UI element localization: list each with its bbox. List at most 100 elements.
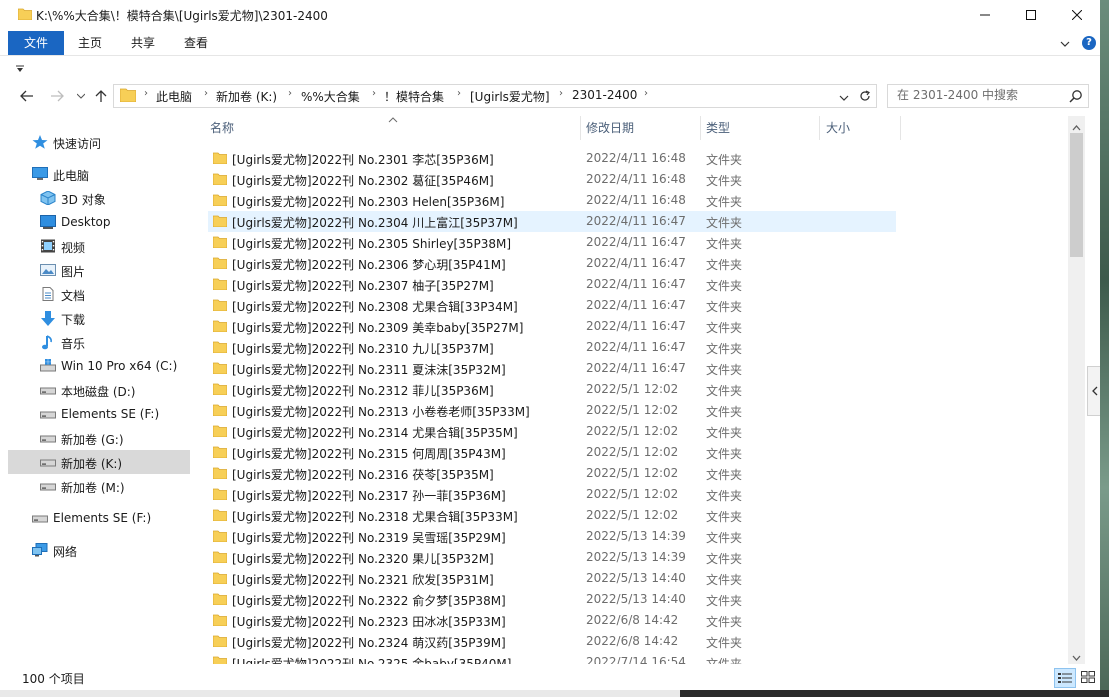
nav-documents[interactable]: 文档	[8, 282, 190, 306]
tab-view[interactable]: 查看	[184, 31, 208, 55]
column-divider[interactable]	[580, 116, 581, 140]
nav-music[interactable]: 音乐	[8, 330, 190, 354]
file-row[interactable]: [Ugirls爱尤物]2022刊 No.2321 欣发[35P31M] 2022/…	[208, 568, 896, 589]
search-icon[interactable]	[1069, 89, 1083, 106]
file-row[interactable]: [Ugirls爱尤物]2022刊 No.2308 尤果合辑[33P34M] 202…	[208, 295, 896, 316]
expand-ribbon-chevron-icon[interactable]	[1060, 37, 1070, 51]
file-row[interactable]: [Ugirls爱尤物]2022刊 No.2311 夏沫沫[35P32M] 2022…	[208, 358, 896, 379]
nav-network[interactable]: 网络	[8, 538, 190, 562]
tab-file[interactable]: 文件	[8, 31, 64, 55]
column-divider[interactable]	[900, 116, 901, 140]
maximize-button[interactable]	[1008, 0, 1054, 30]
help-icon[interactable]: ?	[1082, 36, 1096, 50]
large-icons-view-button[interactable]	[1078, 668, 1098, 686]
file-row[interactable]: [Ugirls爱尤物]2022刊 No.2309 美幸baby[35P27M] 2…	[208, 316, 896, 337]
forward-button[interactable]	[46, 86, 68, 106]
nav-this-pc[interactable]: 此电脑	[8, 162, 190, 186]
breadcrumb-this-pc[interactable]: 此电脑	[156, 88, 192, 105]
file-row[interactable]: [Ugirls爱尤物]2022刊 No.2306 梦心玥[35P41M] 2022…	[208, 253, 896, 274]
nav-drive-c[interactable]: Win 10 Pro x64 (C:)	[8, 354, 190, 378]
nav-3d-objects[interactable]: 3D 对象	[8, 186, 190, 210]
breadcrumb-separator-icon[interactable]: ›	[288, 88, 292, 99]
file-row[interactable]: [Ugirls爱尤物]2022刊 No.2324 萌汉药[35P39M] 2022…	[208, 631, 896, 652]
up-button[interactable]	[90, 86, 112, 106]
search-input[interactable]	[888, 85, 1065, 105]
file-row[interactable]: [Ugirls爱尤物]2022刊 No.2319 吴雪瑶[35P29M] 2022…	[208, 526, 896, 547]
nav-drive-k[interactable]: 新加卷 (K:)	[8, 450, 190, 474]
file-row[interactable]: [Ugirls爱尤物]2022刊 No.2310 九儿[35P37M] 2022/…	[208, 337, 896, 358]
file-row[interactable]: [Ugirls爱尤物]2022刊 No.2317 孙一菲[35P36M] 2022…	[208, 484, 896, 505]
file-row[interactable]: [Ugirls爱尤物]2022刊 No.2307 柚子[35P27M] 2022/…	[208, 274, 896, 295]
nav-downloads[interactable]: 下载	[8, 306, 190, 330]
scroll-down-arrow-icon[interactable]	[1072, 650, 1081, 664]
breadcrumb-separator-icon[interactable]: ›	[144, 88, 148, 99]
file-row[interactable]: [Ugirls爱尤物]2022刊 No.2320 果儿[35P32M] 2022/…	[208, 547, 896, 568]
file-row[interactable]: [Ugirls爱尤物]2022刊 No.2302 葛征[35P46M] 2022/…	[208, 169, 896, 190]
breadcrumb-separator-icon[interactable]: ›	[204, 88, 208, 99]
breadcrumb-separator-icon[interactable]: ›	[644, 88, 648, 99]
back-button[interactable]	[16, 86, 38, 106]
column-header-type[interactable]: 类型	[706, 116, 730, 140]
folder-icon	[212, 362, 228, 377]
column-divider[interactable]	[819, 116, 820, 140]
minimize-button[interactable]	[962, 0, 1008, 30]
file-row[interactable]: [Ugirls爱尤物]2022刊 No.2305 Shirley[35P38M]…	[208, 232, 896, 253]
close-button[interactable]	[1054, 0, 1100, 30]
refresh-button[interactable]	[854, 84, 877, 108]
file-type: 文件夹	[706, 573, 743, 587]
details-view-button[interactable]	[1054, 668, 1076, 688]
nav-videos[interactable]: 视频	[8, 234, 190, 258]
file-row[interactable]: [Ugirls爱尤物]2022刊 No.2316 茯苓[35P35M] 2022/…	[208, 463, 896, 484]
file-row[interactable]: [Ugirls爱尤物]2022刊 No.2301 李芯[35P36M] 2022/…	[208, 148, 896, 169]
music-icon	[40, 335, 56, 354]
nav-desktop[interactable]: Desktop	[8, 210, 190, 234]
file-row[interactable]: [Ugirls爱尤物]2022刊 No.2314 尤果合辑[35P35M] 202…	[208, 421, 896, 442]
nav-quick-access[interactable]: 快速访问	[8, 130, 190, 154]
breadcrumb-ugirls[interactable]: [Ugirls爱尤物]	[470, 88, 550, 105]
file-row[interactable]: [Ugirls爱尤物]2022刊 No.2313 小卷卷老师[35P33M] 20…	[208, 400, 896, 421]
file-row[interactable]: [Ugirls爱尤物]2022刊 No.2312 菲儿[35P36M] 2022/…	[208, 379, 896, 400]
network-icon	[32, 543, 48, 560]
recent-locations-chevron-icon[interactable]	[70, 86, 92, 106]
breadcrumb-models[interactable]: ！模特合集	[384, 88, 444, 105]
breadcrumb-current[interactable]: 2301-2400	[572, 88, 637, 102]
file-date: 2022/4/11 16:47	[586, 340, 686, 354]
file-row[interactable]: [Ugirls爱尤物]2022刊 No.2315 何周周[35P43M] 2022…	[208, 442, 896, 463]
column-header-size[interactable]: 大小	[826, 116, 850, 140]
nav-drive-m[interactable]: 新加卷 (M:)	[8, 474, 190, 498]
nav-drive-f[interactable]: Elements SE (F:)	[8, 402, 190, 426]
file-name: [Ugirls爱尤物]2022刊 No.2305 Shirley[35P38M]	[232, 237, 512, 251]
scrollbar-thumb[interactable]	[1070, 133, 1083, 257]
file-row[interactable]: [Ugirls爱尤物]2022刊 No.2318 尤果合辑[35P33M] 202…	[208, 505, 896, 526]
file-row-hovered[interactable]: [Ugirls爱尤物]2022刊 No.2304 川上富江[35P37M] 202…	[208, 211, 896, 232]
column-divider[interactable]	[700, 116, 701, 140]
file-row[interactable]: [Ugirls爱尤物]2022刊 No.2323 田冰冰[35P33M] 2022…	[208, 610, 896, 631]
nav-drive-d[interactable]: 本地磁盘 (D:)	[8, 378, 190, 402]
file-row[interactable]: [Ugirls爱尤物]2022刊 No.2303 Helen[35P36M] 20…	[208, 190, 896, 211]
vertical-scrollbar[interactable]	[1068, 116, 1085, 664]
nav-elements-se[interactable]: Elements SE (F:)	[8, 506, 190, 530]
breadcrumb-separator-icon[interactable]: ›	[372, 88, 376, 99]
address-dropdown-chevron-icon[interactable]	[839, 91, 849, 105]
file-row[interactable]: [Ugirls爱尤物]2022刊 No.2325 金baby[35P40M] 20…	[208, 652, 896, 664]
nav-drive-g[interactable]: 新加卷 (G:)	[8, 426, 190, 450]
search-box[interactable]	[887, 84, 1089, 108]
file-date: 2022/4/11 16:47	[586, 235, 686, 249]
customize-toolbar-dropdown-icon[interactable]	[16, 62, 24, 76]
breadcrumb-drive-k[interactable]: 新加卷 (K:)	[216, 88, 277, 105]
file-date: 2022/5/1 12:02	[586, 466, 679, 480]
tab-share[interactable]: 共享	[131, 31, 155, 55]
address-bar[interactable]: › 此电脑 › 新加卷 (K:) › %%大合集 › ！模特合集 › [Ugir…	[113, 84, 856, 108]
nav-pictures[interactable]: 图片	[8, 258, 190, 282]
breadcrumb-collection[interactable]: %%大合集	[301, 88, 360, 105]
breadcrumb-separator-icon[interactable]: ›	[559, 88, 563, 99]
file-row[interactable]: [Ugirls爱尤物]2022刊 No.2322 俞夕梦[35P38M] 2022…	[208, 589, 896, 610]
column-header-date[interactable]: 修改日期	[586, 116, 634, 140]
scroll-up-arrow-icon[interactable]	[1072, 120, 1081, 134]
tab-home[interactable]: 主页	[78, 31, 102, 55]
preview-pane-toggle-button[interactable]	[1087, 366, 1100, 416]
breadcrumb-separator-icon[interactable]: ›	[457, 88, 461, 99]
file-type: 文件夹	[706, 426, 743, 440]
folder-icon	[212, 551, 228, 566]
column-header-name[interactable]: 名称	[210, 116, 234, 140]
